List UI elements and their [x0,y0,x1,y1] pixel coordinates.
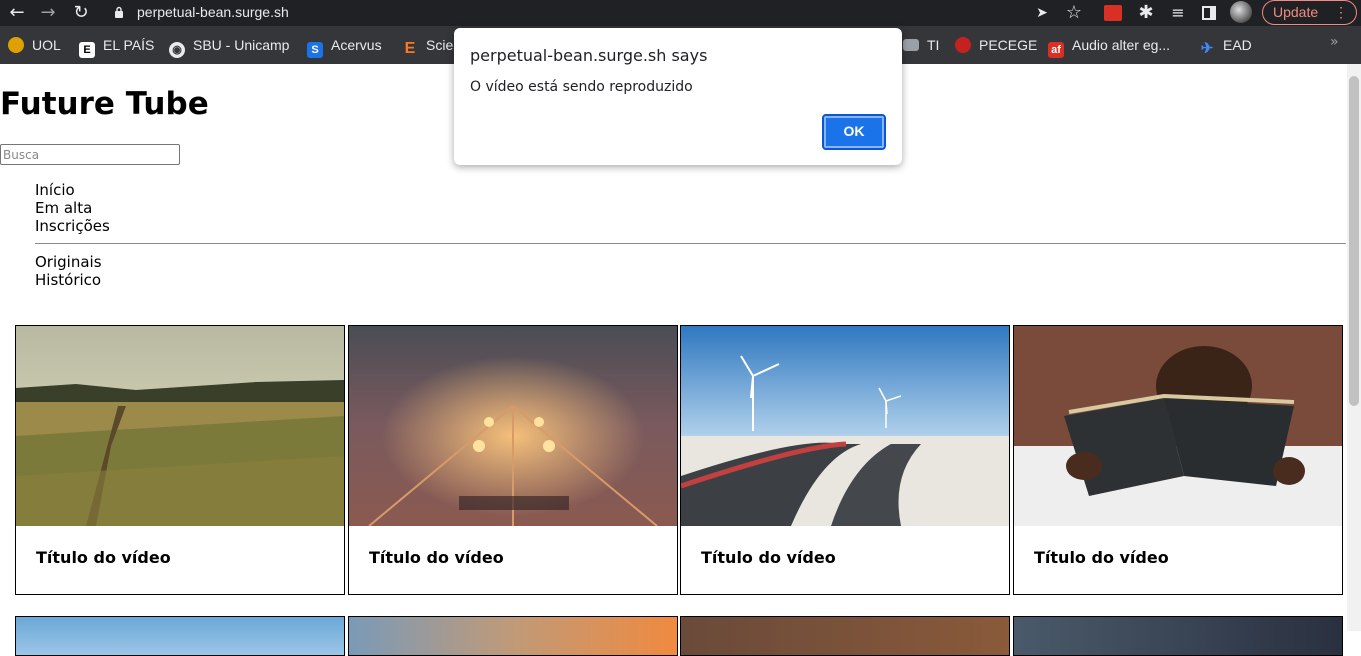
elpais-icon: E [79,42,95,58]
send-icon[interactable]: ➤ [1031,2,1053,24]
bookmark-science[interactable]: E Scie [402,36,454,57]
video-thumbnail[interactable] [349,326,677,526]
bookmark-ti[interactable]: TI [903,36,939,56]
bookmark-ead[interactable]: ✈ EAD [1199,36,1252,57]
bookmark-uol[interactable]: UOL [8,36,61,56]
pecege-icon [955,37,971,53]
video-thumbnail[interactable] [16,326,344,526]
folder-icon [903,39,919,51]
bookmark-acervus[interactable]: S Acervus [307,36,382,58]
bookmark-sbu-unicamp[interactable]: ◉ SBU - Unicamp [169,36,289,58]
video-card[interactable]: Título do vídeo [680,325,1010,595]
audio-icon: af [1048,42,1064,58]
video-title[interactable]: Título do vídeo [36,548,171,567]
video-card[interactable] [1013,616,1343,656]
extension-red-icon[interactable] [1102,2,1124,24]
update-button[interactable]: Update ⋮ [1262,0,1357,25]
ead-icon: ✈ [1200,40,1214,57]
address-bar[interactable]: perpetual-bean.surge.sh [137,3,289,21]
video-title[interactable]: Título do vídeo [369,548,504,567]
reload-icon[interactable]: ↻ [70,2,92,24]
browser-toolbar: ← → ↻ perpetual-bean.surge.sh ➤ ☆ ✱ ≡ Up… [0,0,1361,26]
nav-item-em-alta[interactable]: Em alta [35,199,110,217]
nav-primary: Início Em alta Inscrições [35,181,110,235]
nav-divider [35,243,1346,244]
bookmark-elpais[interactable]: E EL PAÍS [79,36,154,58]
video-card[interactable]: Título do vídeo [348,325,678,595]
video-card[interactable] [348,616,678,656]
dialog-message: O vídeo está sendo reproduzido [470,79,693,95]
back-icon[interactable]: ← [6,2,28,24]
ok-button[interactable]: OK [822,114,886,150]
forward-icon[interactable]: → [37,2,59,24]
profile-avatar[interactable] [1230,1,1252,23]
nav-item-inicio[interactable]: Início [35,181,110,199]
puzzle-icon[interactable]: ✱ [1135,2,1157,24]
menu-dots-icon: ⋮ [1334,4,1348,20]
video-card[interactable] [680,616,1010,656]
video-title[interactable]: Título do vídeo [1034,548,1169,567]
video-card[interactable]: Título do vídeo [1013,325,1343,595]
video-thumbnail[interactable] [1014,326,1342,526]
nav-item-inscricoes[interactable]: Inscrições [35,217,110,235]
search-input[interactable] [0,144,180,165]
page-title: Future Tube [0,86,209,122]
nav-secondary: Originais Histórico [35,253,102,289]
star-icon[interactable]: ☆ [1063,2,1085,24]
uol-icon [8,37,24,53]
bookmark-pecege[interactable]: PECEGE [955,36,1037,56]
page-scrollbar[interactable] [1347,64,1361,631]
alert-dialog: perpetual-bean.surge.sh says O vídeo est… [454,28,902,165]
video-title[interactable]: Título do vídeo [701,548,836,567]
video-card[interactable]: Título do vídeo [15,325,345,595]
globe-icon: ◉ [169,42,185,58]
update-label: Update [1273,4,1319,20]
video-thumbnail[interactable] [681,326,1009,526]
nav-item-historico[interactable]: Histórico [35,271,102,289]
elsevier-icon: E [404,40,416,57]
media-icon[interactable]: ≡ [1167,2,1189,24]
bookmark-audio-alter-ego[interactable]: af Audio alter eg... [1048,36,1170,58]
nav-item-originais[interactable]: Originais [35,253,102,271]
bookmarks-more-icon[interactable]: » [1330,34,1339,50]
video-card[interactable] [15,616,345,656]
scrollbar-thumb[interactable] [1349,76,1359,406]
acervus-icon: S [307,42,323,58]
sidebar-icon[interactable] [1198,2,1220,24]
lock-icon [115,6,123,18]
dialog-title: perpetual-bean.surge.sh says [470,46,708,65]
